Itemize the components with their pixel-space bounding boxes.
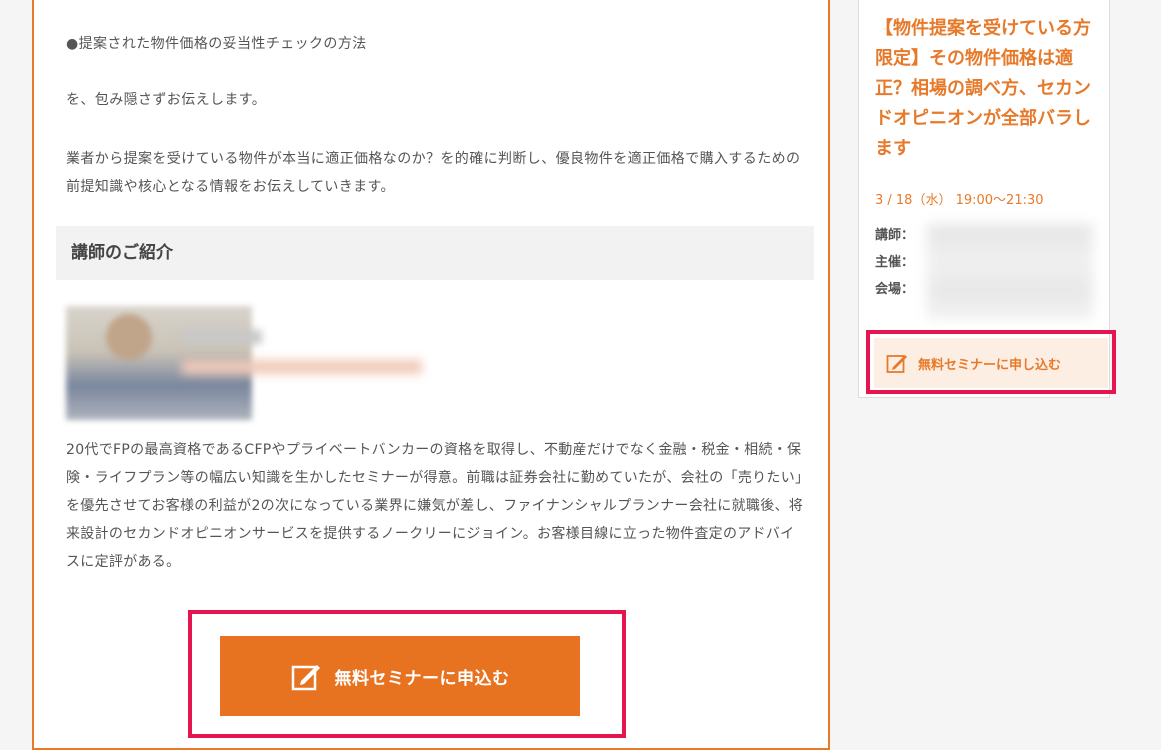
- instructor-section-heading: 講師のご紹介: [56, 226, 814, 280]
- apply-seminar-button[interactable]: 無料セミナーに申込む: [220, 636, 580, 716]
- label-venue: 会場：: [875, 282, 915, 297]
- label-organizer: 主催：: [875, 255, 915, 270]
- instructor-bio: 20代でFPの最高資格であるCFPやプライベートバンカーの資格を取得し、不動産だ…: [66, 442, 804, 570]
- sidebar-apply-button[interactable]: 無料セミナーに申し込む: [874, 338, 1108, 388]
- edit-icon: [886, 355, 907, 373]
- sidebar-seminar-date: 3 / 18（水） 19:00〜21:30: [875, 193, 1044, 208]
- edit-icon: [291, 665, 320, 691]
- instructor-name-blurred: [182, 330, 262, 344]
- sidebar-apply-label: 無料セミナーに申し込む: [918, 357, 1062, 373]
- instructor-title-blurred: [182, 360, 422, 374]
- apply-seminar-label: 無料セミナーに申込む: [334, 668, 510, 689]
- paragraph-intro: 業者から提案を受けている物件が本当に適正価格なのか？を的確に判断し、優良物件を適…: [66, 151, 801, 195]
- label-instructor: 講師：: [875, 228, 915, 243]
- paragraph-disclose: を、包み隠さずお伝えします。: [66, 92, 267, 108]
- paragraph-check-method: ●提案された物件価格の妥当性チェックの方法: [66, 36, 367, 52]
- sidebar-seminar-title[interactable]: 【物件提案を受けている方限定】その物件価格は適正？相場の調べ方、セカンドオピニオ…: [875, 14, 1097, 164]
- sidebar-info-blurred: [927, 224, 1093, 320]
